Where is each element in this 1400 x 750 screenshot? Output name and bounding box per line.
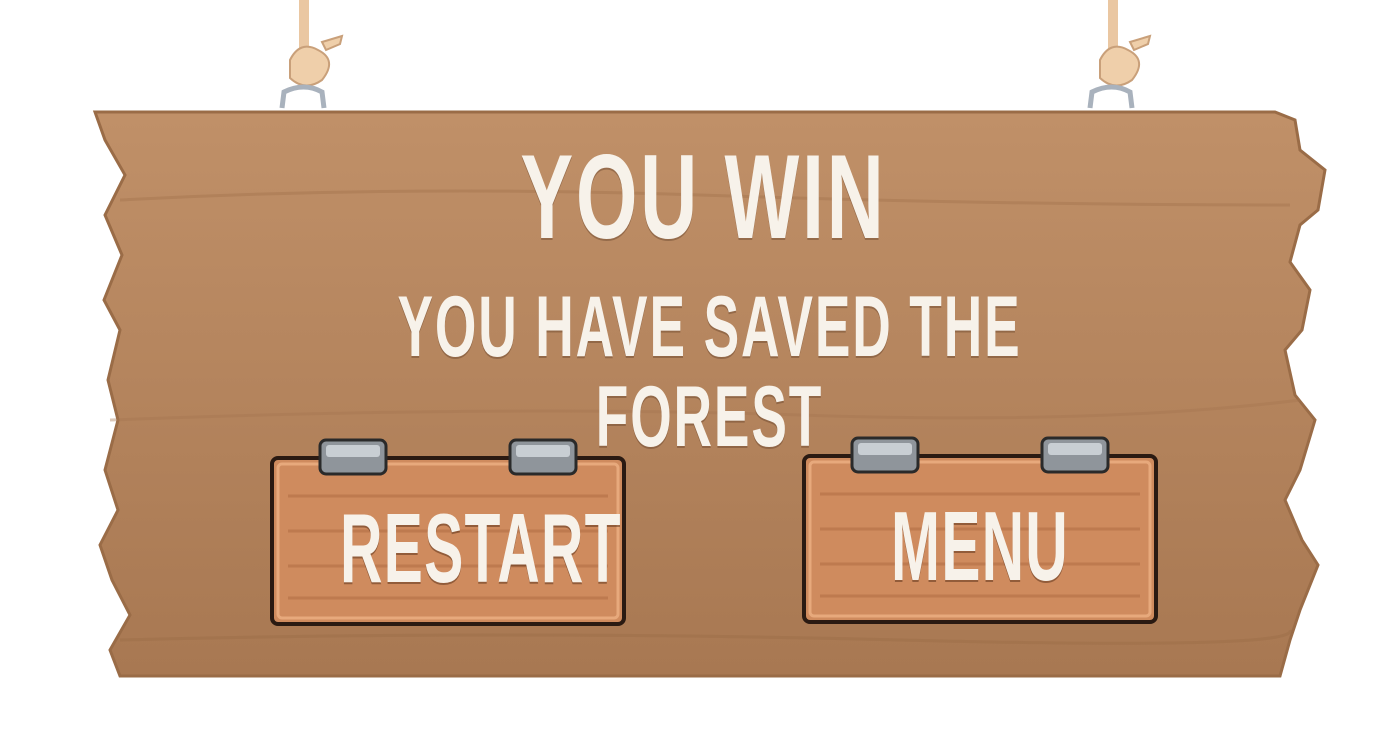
restart-button[interactable]: Restart bbox=[268, 436, 628, 626]
menu-button[interactable]: Menu bbox=[800, 434, 1160, 624]
menu-label: Menu bbox=[891, 491, 1069, 601]
clip-icon bbox=[318, 438, 388, 476]
win-title: You win bbox=[520, 130, 887, 264]
clip-icon bbox=[1040, 436, 1110, 474]
restart-label: Restart bbox=[340, 493, 622, 603]
clip-icon bbox=[850, 436, 920, 474]
clip-icon bbox=[508, 438, 578, 476]
